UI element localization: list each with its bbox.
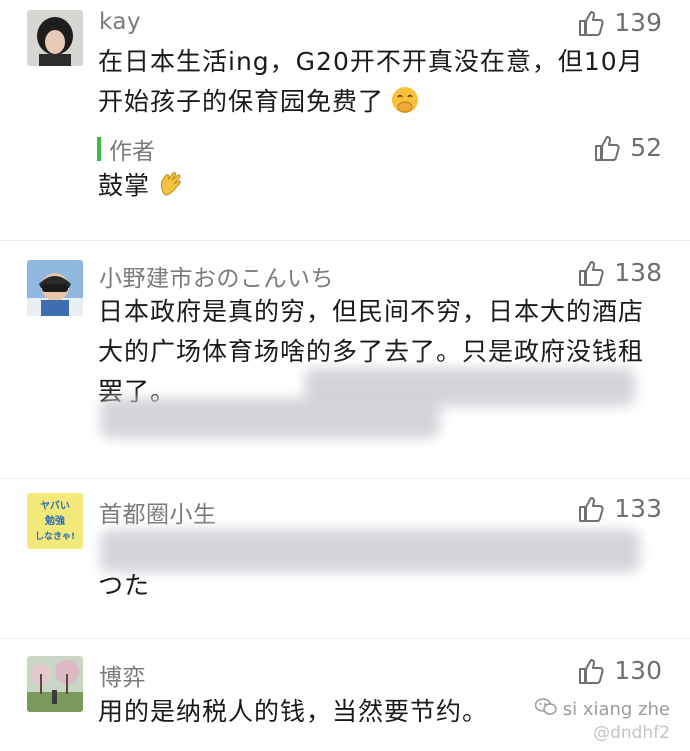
- like-button[interactable]: 130: [578, 656, 662, 685]
- comment-text: 在日本生活ing，G20开不开真没在意，但10月开始孩子的保育园免费了: [98, 42, 658, 127]
- avatar[interactable]: ヤバい 勉強 しなきゃ!: [27, 493, 83, 549]
- like-count: 130: [614, 656, 662, 685]
- wechat-icon: [534, 698, 557, 721]
- divider: [0, 240, 690, 241]
- svg-text:ヤバい: ヤバい: [40, 500, 70, 512]
- comment-item: kay 139 在日本生活ing，G20开不开真没在意，但10月开始孩子的保育园…: [0, 0, 690, 240]
- author-reply-text: 鼓掌: [98, 166, 658, 211]
- thumbs-up-icon[interactable]: [578, 495, 604, 523]
- avatar[interactable]: [27, 10, 83, 66]
- author-reply-marker: [97, 137, 101, 161]
- watermark-text: si xiang zhe: [562, 699, 670, 720]
- clapping-hands-emoji: [156, 169, 186, 211]
- divider: [0, 638, 690, 639]
- avatar[interactable]: [27, 656, 83, 712]
- svg-text:勉強: 勉強: [44, 514, 65, 527]
- redacted-overlay: [100, 398, 440, 438]
- thumbs-up-icon[interactable]: [578, 657, 604, 685]
- watermark-line-1: si xiang zhe: [534, 698, 670, 721]
- username[interactable]: 首都圈小生: [99, 495, 217, 529]
- like-button[interactable]: 138: [578, 258, 662, 287]
- username[interactable]: 小野建市おのこんいち: [99, 259, 334, 293]
- like-count: 52: [630, 133, 662, 162]
- like-button[interactable]: 133: [578, 494, 662, 523]
- avatar[interactable]: [27, 260, 83, 316]
- watermark: si xiang zhe @dndhf2: [534, 698, 670, 743]
- thumbs-up-icon[interactable]: [594, 134, 620, 162]
- hand-over-mouth-emoji: [390, 85, 420, 127]
- comment-text-content: 在日本生活ing，G20开不开真没在意，但10月开始孩子的保育园免费了: [98, 47, 644, 116]
- author-reply-label: 作者: [109, 139, 155, 165]
- comment-item: 小野建市おのこんいち 138 日本政府是真的穷，但民间不穷，日本大的酒店大的广场…: [0, 250, 690, 480]
- like-button[interactable]: 139: [578, 8, 662, 37]
- thumbs-up-icon[interactable]: [578, 259, 604, 287]
- username[interactable]: 博弈: [99, 658, 146, 692]
- username[interactable]: kay: [99, 9, 141, 35]
- like-count: 133: [614, 494, 662, 523]
- svg-text:しなきゃ!: しなきゃ!: [35, 531, 75, 542]
- like-count: 138: [614, 258, 662, 287]
- watermark-line-2: @dndhf2: [593, 723, 670, 743]
- comment-text: つた: [98, 571, 151, 600]
- like-button[interactable]: 52: [594, 133, 662, 162]
- thumbs-up-icon[interactable]: [578, 9, 604, 37]
- comment-item: ヤバい 勉強 しなきゃ! 首都圈小生 133 つた: [0, 488, 690, 638]
- like-count: 139: [614, 8, 662, 37]
- reply-text-content: 鼓掌: [98, 171, 151, 200]
- divider: [0, 478, 690, 479]
